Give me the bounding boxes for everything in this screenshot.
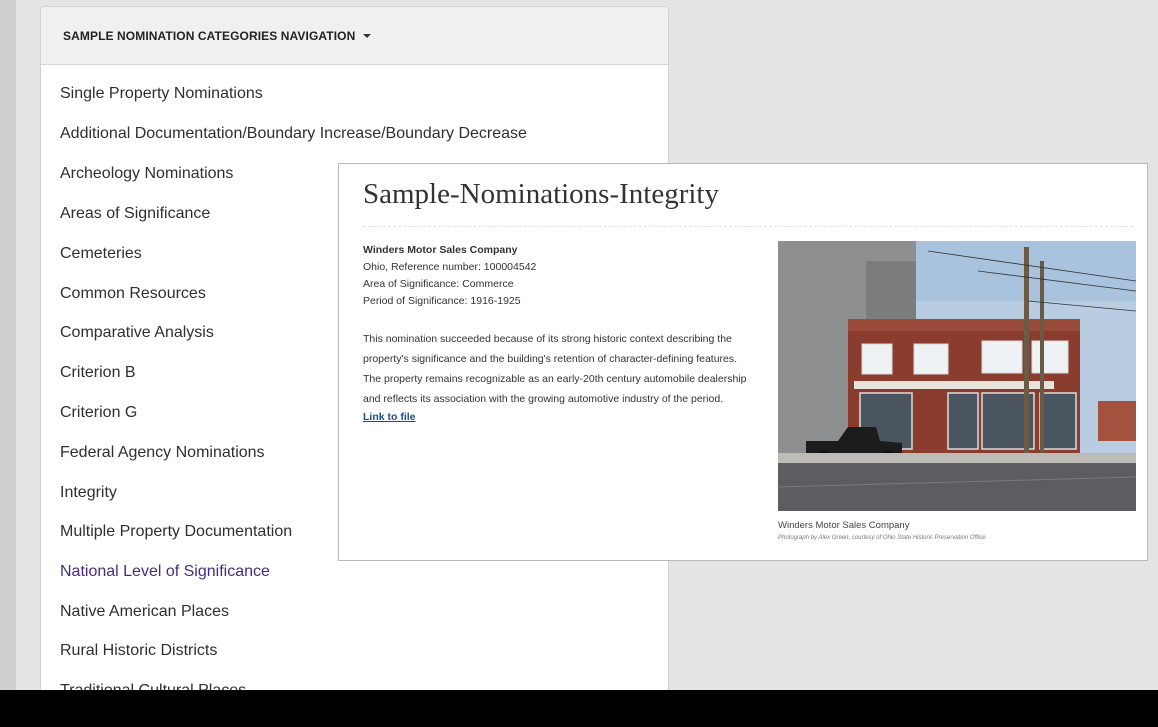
nav-item-common-resources[interactable]: Common Resources bbox=[60, 285, 206, 303]
caret-down-icon bbox=[363, 33, 372, 38]
reference-number: Ohio, Reference number: 100004542 bbox=[363, 261, 537, 273]
nav-item-criterion-g[interactable]: Criterion G bbox=[60, 404, 137, 422]
nav-item-integrity[interactable]: Integrity bbox=[60, 484, 117, 502]
card-title: Sample-Nominations-Integrity bbox=[363, 178, 719, 210]
building-photo bbox=[778, 241, 1136, 511]
nav-item-native-american[interactable]: Native American Places bbox=[60, 603, 229, 621]
nav-item-areas-of-significance[interactable]: Areas of Significance bbox=[60, 205, 210, 223]
nav-item-rural-historic[interactable]: Rural Historic Districts bbox=[60, 642, 217, 660]
period-of-significance: Period of Significance: 1916-1925 bbox=[363, 295, 521, 307]
title-divider bbox=[363, 226, 1133, 227]
nav-item-archeology[interactable]: Archeology Nominations bbox=[60, 165, 233, 183]
nav-item-single-property[interactable]: Single Property Nominations bbox=[60, 85, 263, 103]
nomination-description: This nomination succeeded because of its… bbox=[363, 333, 747, 405]
nomination-info: Winders Motor Sales Company Ohio, Refere… bbox=[363, 242, 753, 426]
nav-item-comparative-analysis[interactable]: Comparative Analysis bbox=[60, 324, 214, 342]
nav-header-label: SAMPLE NOMINATION CATEGORIES NAVIGATION bbox=[63, 28, 356, 43]
property-name: Winders Motor Sales Company bbox=[363, 244, 518, 256]
nomination-detail-card: Sample-Nominations-Integrity Winders Mot… bbox=[338, 163, 1148, 561]
nav-item-national-level[interactable]: National Level of Significance bbox=[60, 563, 270, 581]
nav-item-criterion-b[interactable]: Criterion B bbox=[60, 364, 136, 382]
nav-item-additional-documentation[interactable]: Additional Documentation/Boundary Increa… bbox=[60, 125, 527, 143]
categories-dropdown-toggle[interactable]: SAMPLE NOMINATION CATEGORIES NAVIGATION bbox=[41, 7, 668, 65]
photo-caption: Winders Motor Sales Company bbox=[778, 520, 910, 531]
area-of-significance: Area of Significance: Commerce bbox=[363, 278, 514, 290]
photo-credit: Photograph by Alex Green, courtesy of Oh… bbox=[778, 535, 986, 541]
link-to-file[interactable]: Link to file bbox=[363, 411, 416, 423]
bottom-black-bar bbox=[0, 690, 1158, 727]
nav-item-federal-agency[interactable]: Federal Agency Nominations bbox=[60, 444, 265, 462]
nav-item-multiple-property[interactable]: Multiple Property Documentation bbox=[60, 523, 292, 541]
left-edge-strip bbox=[0, 0, 16, 690]
nav-item-cemeteries[interactable]: Cemeteries bbox=[60, 245, 142, 263]
